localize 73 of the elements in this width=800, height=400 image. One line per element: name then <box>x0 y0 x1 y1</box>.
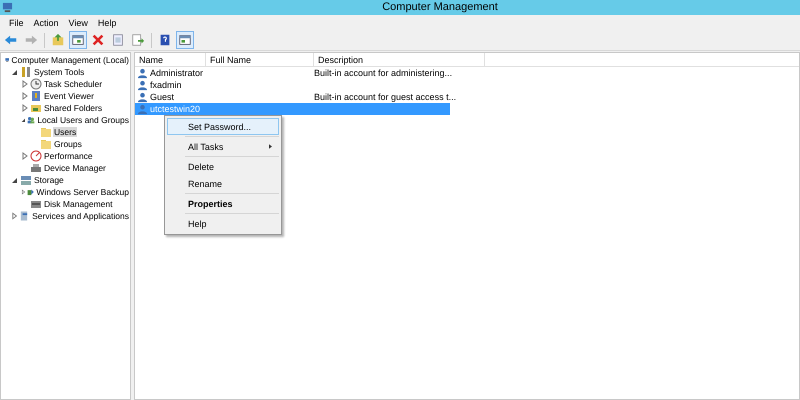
tree-item[interactable]: Disk Management <box>43 199 114 209</box>
tree-item[interactable]: Task Scheduler <box>43 79 104 89</box>
log-icon <box>30 90 42 102</box>
tree-item[interactable]: Groups <box>53 139 83 149</box>
clock-icon <box>30 78 42 90</box>
context-menu-item[interactable]: All Tasks <box>167 138 279 155</box>
tools-icon <box>20 66 32 78</box>
collapse-arrow-icon[interactable] <box>11 68 19 76</box>
tree-item[interactable]: System Tools <box>33 67 86 77</box>
table-cell: fxadmin <box>150 80 182 90</box>
computer-management-icon <box>2 2 13 13</box>
help-icon <box>158 33 172 47</box>
storage-icon <box>20 174 32 186</box>
submenu-arrow-icon <box>269 144 272 149</box>
expand-arrow-icon[interactable] <box>21 80 29 88</box>
users-icon <box>27 114 36 126</box>
tree-item[interactable]: Performance <box>43 151 94 161</box>
context-menu-item[interactable]: Properties <box>167 195 279 212</box>
user-icon <box>137 68 148 78</box>
folder-icon <box>40 138 52 150</box>
properties-icon <box>111 33 125 47</box>
tree-item[interactable]: Device Manager <box>43 163 107 173</box>
tree-item[interactable]: Storage <box>33 175 65 185</box>
menu-item[interactable]: File <box>4 18 29 28</box>
collapse-arrow-icon[interactable] <box>11 176 19 184</box>
table-row[interactable]: Administrator Built-in account for administering... <box>135 67 799 79</box>
tree-item[interactable]: Shared Folders <box>43 103 104 113</box>
user-icon <box>137 92 148 102</box>
back-arrow-icon <box>4 33 18 47</box>
window-title: Computer Management <box>381 1 499 13</box>
up-folder-icon <box>51 33 65 47</box>
context-menu-item[interactable]: Rename <box>167 175 279 192</box>
table-row[interactable]: Guest Built-in account for guest access t... <box>135 91 799 103</box>
tree-item[interactable]: Windows Server Backup <box>35 187 130 197</box>
console-tree-icon <box>71 33 85 47</box>
expand-arrow-icon[interactable] <box>21 188 26 196</box>
column-header[interactable]: Name <box>135 53 206 66</box>
device-icon <box>30 162 42 174</box>
gauge-icon <box>30 150 42 162</box>
action-pane-icon <box>178 33 192 47</box>
tree-item[interactable]: Users <box>53 127 78 137</box>
column-header[interactable]: Full Name <box>206 53 314 66</box>
menu-item[interactable]: Help <box>92 18 122 28</box>
forward-arrow-icon <box>24 33 38 47</box>
export-icon <box>131 33 145 47</box>
table-cell: Built-in account for administering... <box>314 68 452 78</box>
collapse-arrow-icon[interactable] <box>21 116 26 124</box>
table-cell: Built-in account for guest access t... <box>314 92 456 102</box>
table-cell: Administrator <box>150 68 203 78</box>
share-icon <box>30 102 42 114</box>
tree-item[interactable]: Computer Management (Local) <box>10 55 130 65</box>
tree-item[interactable]: Services and Applications <box>31 211 130 221</box>
toolbar-button[interactable] <box>176 31 194 49</box>
menu-item[interactable]: Action <box>28 18 64 28</box>
context-menu-item[interactable]: Delete <box>167 158 279 175</box>
table-cell: utctestwin20 <box>150 104 200 114</box>
table-row[interactable]: fxadmin <box>135 79 799 91</box>
expand-arrow-icon[interactable] <box>11 212 18 220</box>
toolbar-button[interactable] <box>69 31 87 49</box>
user-icon <box>137 104 148 114</box>
table-cell: Guest <box>150 92 174 102</box>
user-icon <box>137 80 148 90</box>
expand-arrow-icon[interactable] <box>21 92 29 100</box>
context-menu-item[interactable]: Set Password... <box>167 118 279 135</box>
expand-arrow-icon[interactable] <box>21 152 29 160</box>
expand-arrow-icon[interactable] <box>21 104 29 112</box>
menu-item[interactable]: View <box>64 18 93 28</box>
context-menu-item[interactable]: Help <box>167 215 279 232</box>
folder-icon <box>40 126 52 138</box>
delete-icon <box>91 33 105 47</box>
column-header[interactable]: Description <box>314 53 485 66</box>
tree-item[interactable]: Local Users and Groups <box>36 115 130 125</box>
tree-item[interactable]: Event Viewer <box>43 91 95 101</box>
